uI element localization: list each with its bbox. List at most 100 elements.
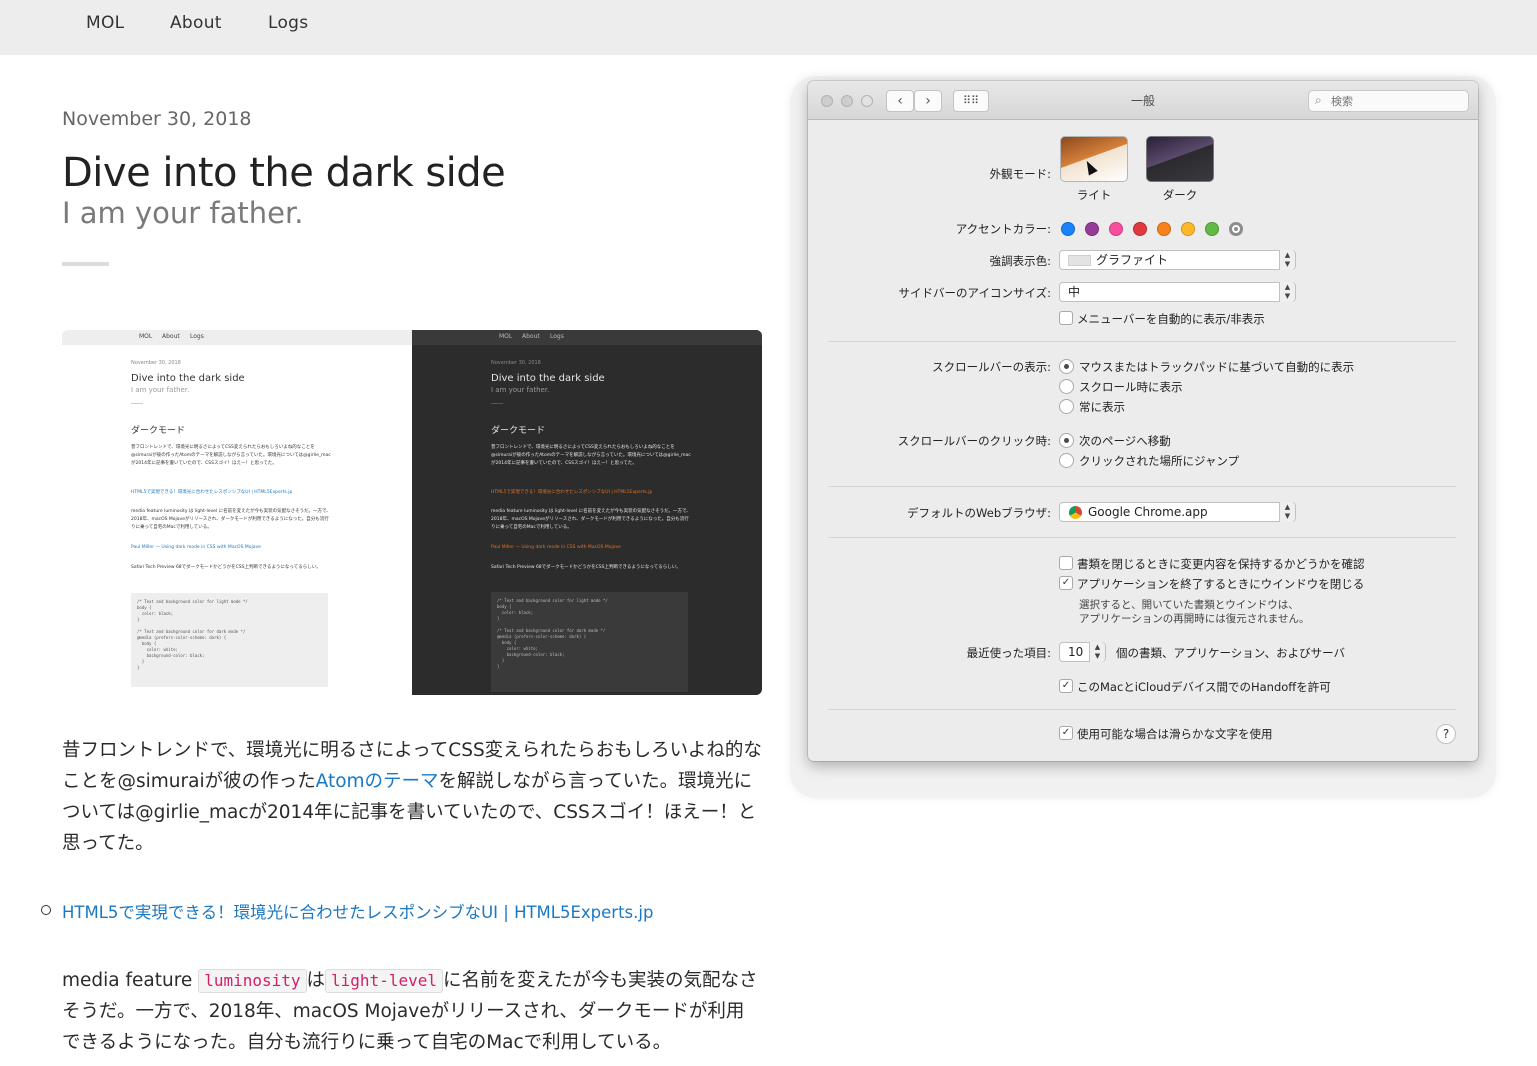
search-field[interactable]: ⌕ [1308, 90, 1469, 112]
html5experts-link[interactable]: HTML5で実現できる！環境光に合わせたレスポンシブなUI | HTML5Exp… [62, 899, 653, 923]
menubar-auto-hide-checkbox[interactable] [1059, 311, 1073, 325]
default-browser-label: デフォルトのWebブラウザ: [907, 506, 1051, 520]
accent-yellow-swatch[interactable] [1181, 222, 1195, 236]
sidebar-icon-size-popup[interactable]: 中 ▲ ▼ [1059, 282, 1296, 302]
accent-color-label: アクセントカラー: [955, 222, 1051, 236]
click-next-page-radio[interactable] [1059, 433, 1074, 448]
accent-graphite-swatch[interactable] [1229, 222, 1243, 236]
popup-arrows-icon: ▲ ▼ [1279, 250, 1295, 270]
accent-pink-swatch[interactable] [1109, 222, 1123, 236]
section-divider [828, 709, 1456, 710]
preview-date: November 30, 2018 [131, 360, 181, 366]
post-date: November 30, 2018 [62, 108, 252, 130]
handoff-checkbox[interactable]: ✓ [1059, 679, 1073, 693]
code-luminosity: luminosity [198, 969, 307, 993]
section-divider [828, 486, 1456, 487]
recent-items-stepper[interactable]: 10 ▲ ▼ [1059, 642, 1106, 662]
scroll-auto-label: マウスまたはトラックパッドに基づいて自動的に表示 [1079, 360, 1355, 374]
preview-link: Paul Miller — Using dark mode in CSS wit… [491, 545, 621, 550]
preview-link: Paul Miller — Using dark mode in CSS wit… [131, 545, 261, 550]
preview-nav-mol: MOL [139, 333, 153, 340]
appearance-dark-option[interactable] [1146, 136, 1214, 182]
help-button[interactable]: ? [1436, 724, 1456, 744]
appearance-light-label: ライト [1076, 188, 1112, 202]
paragraph-text: media feature [62, 970, 199, 991]
smooth-fonts-label: 使用可能な場合は滑らかな文字を使用 [1077, 727, 1273, 741]
scroll-always-label: 常に表示 [1079, 400, 1125, 414]
preview-paragraph: media feature luminosity は light-level に… [491, 509, 691, 530]
preview-nav-mol: MOL [499, 333, 513, 340]
light-dark-comparison-image: MOL About Logs November 30, 2018 Dive in… [62, 330, 762, 695]
dark-mode-preview: MOL About Logs November 30, 2018 Dive in… [412, 330, 762, 695]
default-browser-popup[interactable]: Google Chrome.app ▲ ▼ [1059, 502, 1296, 522]
close-windows-note: アプリケーションの再開時には復元されません。 [1079, 613, 1310, 625]
search-icon: ⌕ [1315, 93, 1322, 107]
accent-green-swatch[interactable] [1205, 222, 1219, 236]
highlight-color-popup[interactable]: グラファイト ▲ ▼ [1059, 250, 1296, 270]
preview-link: HTML5で実現できる！環境光に合わせたレスポンシブなUI | HTML5Exp… [491, 490, 653, 495]
preview-date: November 30, 2018 [491, 360, 541, 366]
nav-link-logs[interactable]: Logs [268, 13, 308, 33]
sidebar-icon-size-value: 中 [1068, 285, 1081, 299]
preview-link: HTML5で実現できる！環境光に合わせたレスポンシブなUI | HTML5Exp… [131, 490, 293, 495]
ask-keep-changes-checkbox[interactable] [1059, 556, 1073, 570]
atom-theme-link[interactable]: Atomのテーマ [316, 771, 439, 792]
search-input[interactable] [1331, 93, 1461, 109]
graphite-color-chip [1068, 255, 1091, 266]
light-mode-preview: MOL About Logs November 30, 2018 Dive in… [62, 330, 412, 695]
recent-items-label: 最近使った項目: [966, 646, 1051, 660]
scroll-always-radio[interactable] [1059, 399, 1074, 414]
accent-orange-swatch[interactable] [1157, 222, 1171, 236]
preview-subtitle: I am your father. [131, 386, 190, 394]
accent-blue-swatch[interactable] [1061, 222, 1075, 236]
preview-divider [491, 403, 503, 404]
checkmark-icon: ✓ [1061, 577, 1071, 588]
close-windows-note: 選択すると、開いていた書類とウインドウは、 [1079, 599, 1299, 611]
nav-link-mol[interactable]: MOL [86, 13, 124, 33]
title-divider [62, 262, 109, 266]
preview-heading: ダークモード [131, 426, 186, 436]
section-divider [828, 341, 1456, 342]
popup-arrows-icon: ▲ ▼ [1279, 282, 1295, 302]
chrome-icon [1069, 506, 1082, 519]
accent-purple-swatch[interactable] [1085, 222, 1099, 236]
appearance-light-option[interactable] [1060, 136, 1128, 182]
accent-red-swatch[interactable] [1133, 222, 1147, 236]
preview-paragraph: Safari Tech Preview 68でダークモードかどうかをCSS上判断… [491, 565, 681, 570]
scroll-when-scrolling-radio[interactable] [1059, 379, 1074, 394]
close-windows-checkbox[interactable]: ✓ [1059, 576, 1073, 590]
popup-arrows-icon: ▲ ▼ [1279, 502, 1295, 522]
preview-nav-about: About [522, 333, 540, 340]
preview-paragraph: Safari Tech Preview 68でダークモードかどうかをCSS上判断… [131, 565, 321, 570]
preview-code: /* Text and background color for light m… [137, 599, 248, 670]
click-next-page-label: 次のページへ移動 [1079, 434, 1171, 448]
preview-title: Dive into the dark side [491, 373, 605, 384]
preview-nav-logs: Logs [190, 333, 204, 340]
post-subtitle: I am your father. [62, 196, 304, 230]
scroll-auto-radio[interactable] [1059, 359, 1074, 374]
click-jump-label: クリックされた場所にジャンプ [1079, 454, 1240, 468]
preview-subtitle: I am your father. [491, 386, 550, 394]
preview-code: /* Text and background color for light m… [497, 598, 608, 669]
smooth-fonts-checkbox[interactable]: ✓ [1059, 726, 1073, 740]
ask-keep-changes-label: 書類を閉じるときに変更内容を保持するかどうかを確認 [1077, 557, 1365, 571]
scrollbar-click-label: スクロールバーのクリック時: [897, 434, 1051, 448]
preview-heading: ダークモード [491, 426, 546, 436]
appearance-label: 外観モード: [989, 167, 1051, 181]
checkmark-icon: ✓ [1061, 680, 1071, 691]
system-preferences-window: ‹ › ⠿⠿ 一般 ⌕ 外観モード: ライト ダーク アクセントカラー: 強調表… [808, 81, 1478, 761]
top-nav: MOL About Logs [0, 0, 1537, 55]
click-jump-radio[interactable] [1059, 453, 1074, 468]
post-title: Dive into the dark side [62, 150, 506, 196]
preview-nav-logs: Logs [550, 333, 564, 340]
menubar-auto-hide-label: メニューバーを自動的に表示/非表示 [1077, 312, 1265, 326]
preview-nav: MOL About Logs [412, 330, 762, 345]
close-windows-label: アプリケーションを終了するときにウインドウを閉じる [1077, 577, 1365, 591]
stepper-arrows-icon: ▲ ▼ [1089, 642, 1105, 662]
handoff-label: このMacとiCloudデバイス間でのHandoffを許可 [1077, 680, 1331, 694]
recent-items-value: 10 [1068, 645, 1084, 659]
default-browser-value: Google Chrome.app [1088, 505, 1208, 519]
nav-link-about[interactable]: About [170, 13, 222, 33]
scrollbar-show-label: スクロールバーの表示: [932, 360, 1051, 374]
paragraph-text: は [306, 970, 326, 991]
